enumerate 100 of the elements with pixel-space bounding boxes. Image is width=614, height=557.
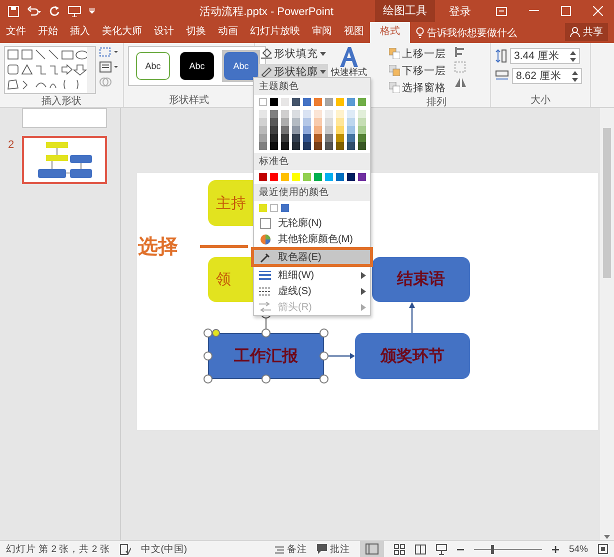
color-swatch[interactable] — [292, 118, 300, 126]
customize-caret-icon[interactable] — [89, 8, 95, 14]
color-swatch[interactable] — [336, 98, 344, 106]
color-swatch[interactable] — [325, 98, 333, 106]
color-swatch[interactable] — [325, 110, 333, 118]
color-swatch[interactable] — [314, 134, 322, 142]
shape-fill-button[interactable]: 形状填充 — [259, 46, 328, 61]
minimize-icon[interactable] — [529, 10, 539, 12]
color-swatch[interactable] — [347, 134, 355, 142]
color-swatch[interactable] — [270, 98, 278, 106]
save-icon[interactable] — [8, 6, 19, 16]
color-swatch[interactable] — [259, 126, 267, 134]
text-box-icon[interactable] — [99, 61, 119, 73]
tell-me-field[interactable]: 告诉我你想要做什么 — [427, 26, 517, 40]
undo-icon[interactable] — [27, 6, 41, 16]
color-swatch[interactable] — [292, 173, 300, 181]
color-swatch[interactable] — [281, 98, 289, 106]
color-swatch[interactable] — [270, 110, 278, 118]
color-swatch[interactable] — [325, 118, 333, 126]
color-swatch[interactable] — [347, 126, 355, 134]
sign-in-link[interactable]: 登录 — [435, 4, 485, 18]
notes-button[interactable]: 备注 — [274, 542, 307, 556]
color-swatch[interactable] — [270, 173, 278, 181]
color-swatch[interactable] — [270, 142, 278, 150]
wordart-a-icon[interactable] — [337, 46, 361, 68]
color-swatch[interactable] — [336, 142, 344, 150]
color-swatch[interactable] — [281, 110, 289, 118]
color-swatch[interactable] — [314, 118, 322, 126]
color-swatch[interactable] — [281, 134, 289, 142]
color-swatch[interactable] — [281, 204, 289, 212]
spell-check-icon[interactable] — [120, 544, 131, 554]
arrange-button[interactable]: 上移一层 — [387, 46, 448, 61]
slide-sorter-icon[interactable] — [394, 544, 405, 554]
spinner-arrows-icon[interactable] — [570, 50, 576, 62]
color-swatch[interactable] — [303, 98, 311, 106]
color-swatch[interactable] — [314, 142, 322, 150]
color-swatch[interactable] — [259, 142, 267, 150]
color-swatch[interactable] — [358, 126, 366, 134]
color-swatch[interactable] — [314, 110, 322, 118]
height-field[interactable]: 3.44 厘米 — [510, 48, 580, 64]
ribbon-tab[interactable]: 美化大师 — [96, 22, 148, 43]
vertical-scrollbar[interactable] — [600, 108, 614, 540]
color-swatch[interactable] — [281, 126, 289, 134]
color-swatch[interactable] — [336, 126, 344, 134]
color-swatch[interactable] — [259, 204, 267, 212]
color-swatch[interactable] — [347, 142, 355, 150]
slide-thumbnail[interactable] — [22, 136, 107, 184]
caret-icon[interactable] — [320, 70, 326, 74]
color-swatch[interactable] — [314, 98, 322, 106]
redo-icon[interactable] — [49, 6, 60, 16]
zoom-level[interactable]: 54% — [568, 544, 588, 554]
ribbon-display-icon[interactable] — [496, 6, 507, 16]
color-swatch[interactable] — [314, 173, 322, 181]
width-field[interactable]: 8.62 厘米 — [512, 68, 582, 84]
color-swatch[interactable] — [303, 118, 311, 126]
shapes-gallery-drawing[interactable] — [4, 46, 96, 94]
color-swatch[interactable] — [303, 142, 311, 150]
caret-icon[interactable] — [320, 52, 326, 56]
edit-shape-icon[interactable] — [99, 46, 119, 58]
color-swatch[interactable] — [281, 142, 289, 150]
color-swatch[interactable] — [292, 134, 300, 142]
color-swatch[interactable] — [358, 118, 366, 126]
maximize-icon[interactable] — [561, 6, 571, 16]
color-swatch[interactable] — [358, 142, 366, 150]
color-swatch[interactable] — [314, 126, 322, 134]
color-swatch[interactable] — [259, 118, 267, 126]
color-swatch[interactable] — [347, 118, 355, 126]
color-swatch[interactable] — [336, 173, 344, 181]
color-swatch[interactable] — [358, 98, 366, 106]
color-swatch[interactable] — [336, 110, 344, 118]
color-swatch[interactable] — [347, 110, 355, 118]
color-swatch[interactable] — [270, 204, 278, 212]
color-swatch[interactable] — [325, 134, 333, 142]
color-swatch[interactable] — [325, 126, 333, 134]
ribbon-tab[interactable]: 动画 — [212, 22, 244, 43]
color-swatch[interactable] — [292, 142, 300, 150]
zoom-slider[interactable] — [474, 544, 542, 554]
color-swatch[interactable] — [259, 134, 267, 142]
color-swatch[interactable] — [259, 173, 267, 181]
ribbon-tab[interactable]: 切换 — [180, 22, 212, 43]
zoom-in-icon[interactable] — [552, 546, 559, 552]
menu-item[interactable]: 虚线(S) — [254, 283, 370, 299]
ribbon-tab[interactable]: 设计 — [148, 22, 180, 43]
arrange-button[interactable]: 下移一层 — [387, 63, 448, 78]
color-swatch[interactable] — [347, 98, 355, 106]
color-swatch[interactable] — [303, 173, 311, 181]
color-swatch[interactable] — [358, 110, 366, 118]
spinner-arrows-icon[interactable] — [572, 70, 578, 82]
color-swatch[interactable] — [325, 173, 333, 181]
reading-view-icon[interactable] — [414, 544, 426, 554]
color-swatch[interactable] — [325, 142, 333, 150]
menu-item[interactable]: 粗细(W) — [254, 267, 370, 283]
color-swatch[interactable] — [281, 118, 289, 126]
color-swatch[interactable] — [270, 126, 278, 134]
ribbon-tab[interactable]: 幻灯片放映 — [244, 22, 306, 43]
color-swatch[interactable] — [303, 134, 311, 142]
normal-view-icon[interactable] — [360, 541, 384, 557]
ribbon-tab[interactable]: 插入 — [64, 22, 96, 43]
color-swatch[interactable] — [303, 126, 311, 134]
share-button[interactable]: 共享 — [565, 23, 608, 41]
